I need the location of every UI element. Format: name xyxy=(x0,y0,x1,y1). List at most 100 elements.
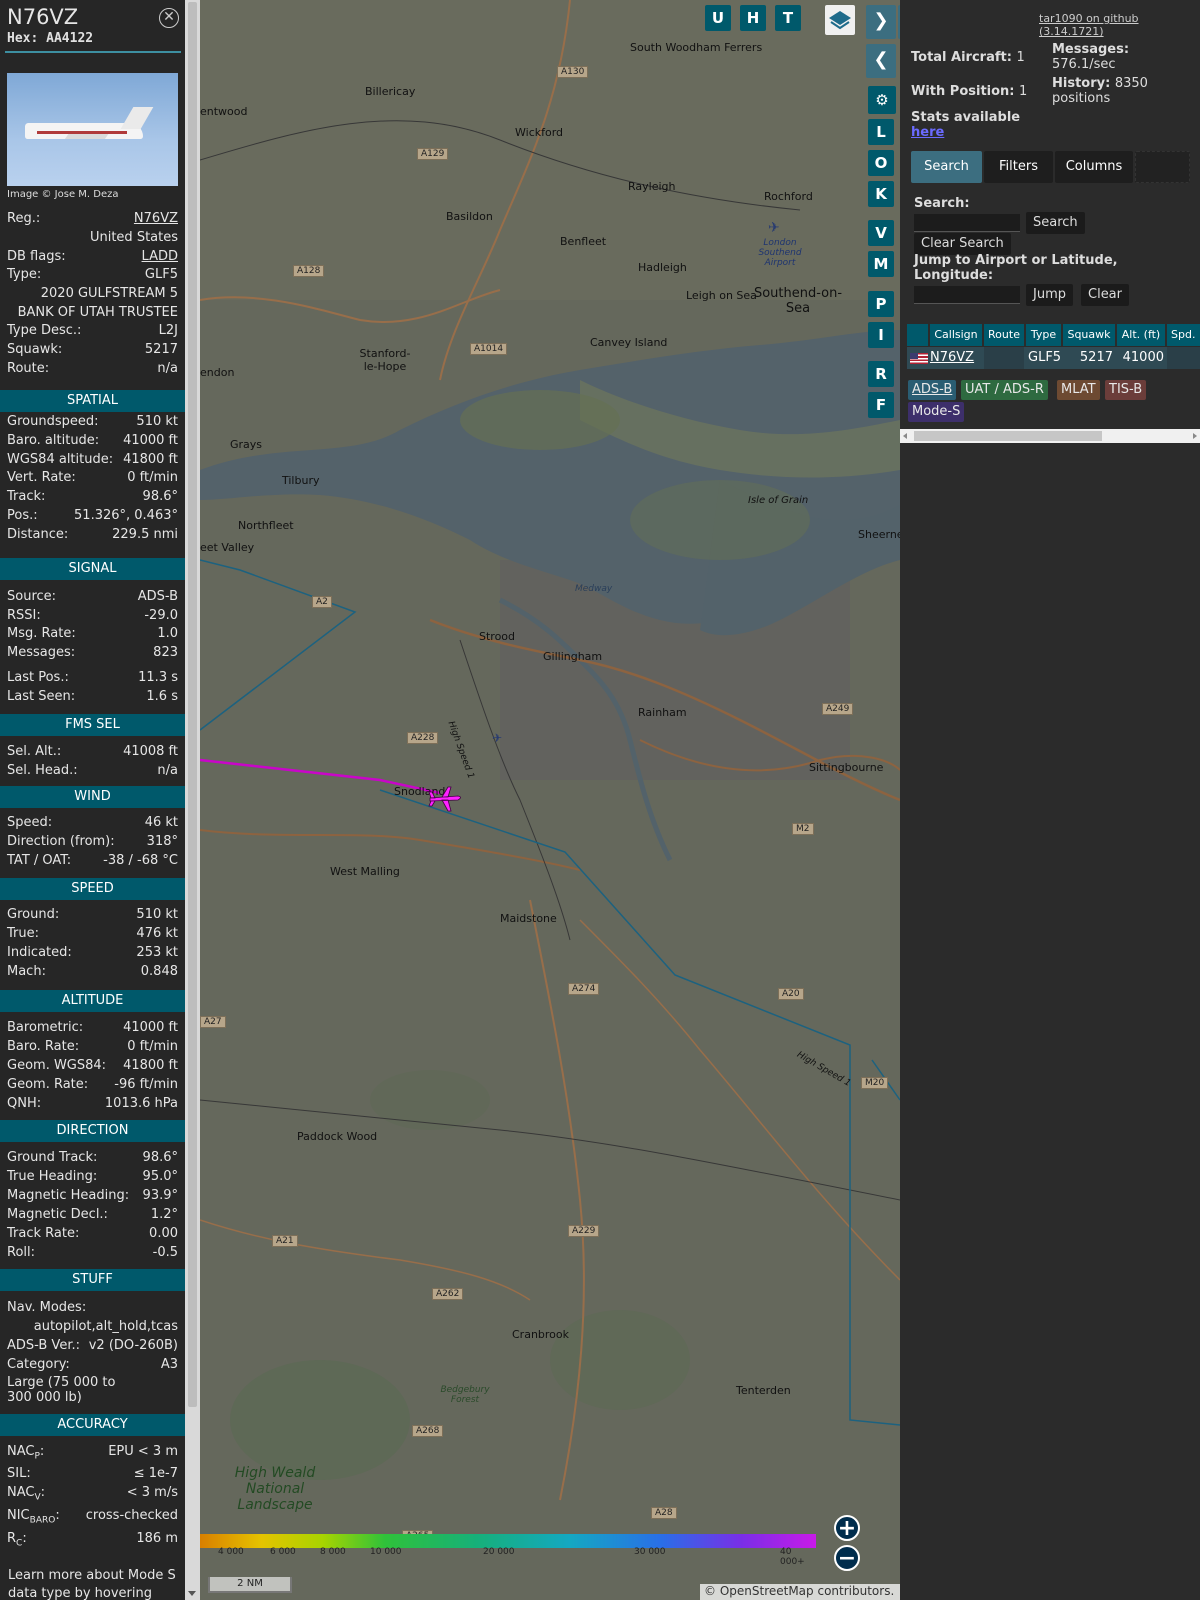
table-row[interactable]: N76VZ GLF5 5217 41000 xyxy=(907,347,1200,369)
info-panel-scrollbar[interactable] xyxy=(185,0,200,1600)
button-i[interactable]: I xyxy=(868,322,894,348)
clear-button[interactable]: Clear xyxy=(1081,284,1129,306)
table-horizontal-scrollbar[interactable] xyxy=(900,429,1200,443)
speed-row: True: 476 kt xyxy=(7,926,178,941)
scroll-left-arrow[interactable] xyxy=(903,433,907,439)
collapse-sidebar-button[interactable]: ❮ xyxy=(866,44,896,78)
map-label: Benfleet xyxy=(560,235,607,248)
button-r[interactable]: R xyxy=(868,361,894,387)
stats-link[interactable]: here xyxy=(911,125,944,140)
road-shield: A27 xyxy=(200,1016,226,1028)
hex-label: Hex: xyxy=(7,31,39,46)
button-m[interactable]: M xyxy=(868,251,894,277)
detail-row: Type: GLF5 xyxy=(7,267,178,282)
wind-row: Direction (from): 318° xyxy=(7,834,178,849)
map-label: High Weald National Landscape xyxy=(234,1465,316,1513)
map-label: Sheerness xyxy=(858,528,900,541)
aircraft-photo[interactable] xyxy=(7,73,178,186)
column-header-squawk[interactable]: Squawk xyxy=(1063,324,1115,346)
button-u[interactable]: U xyxy=(705,5,731,31)
aircraft-icon[interactable] xyxy=(428,785,464,813)
settings-button[interactable]: ⚙ xyxy=(868,86,896,114)
scroll-right-arrow[interactable] xyxy=(1193,433,1197,439)
jump-button[interactable]: Jump xyxy=(1026,284,1073,306)
aircraft-info-panel: N76VZ ✕ Hex: AA4122 Image © Jose M. Deza… xyxy=(0,0,185,1600)
button-p[interactable]: P xyxy=(868,291,894,317)
legend-tisb[interactable]: TIS-B xyxy=(1105,380,1147,400)
road-shield: A229 xyxy=(568,1225,600,1237)
button-k[interactable]: K xyxy=(868,181,894,207)
section-header-stuff: STUFF xyxy=(0,1269,185,1291)
column-header-speed[interactable]: Spd. xyxy=(1167,324,1200,346)
road-shield: A262 xyxy=(432,1288,464,1300)
legend-mode-s[interactable]: Mode-S xyxy=(908,402,965,422)
column-header-route[interactable]: Route xyxy=(984,324,1024,346)
map-label: South Woodham Ferrers xyxy=(630,41,763,54)
map-attribution[interactable]: © OpenStreetMap contributors. xyxy=(700,1584,900,1600)
legend-mlat[interactable]: MLAT xyxy=(1057,380,1100,400)
direction-row: True Heading: 95.0° xyxy=(7,1169,178,1184)
section-header-accuracy: ACCURACY xyxy=(0,1414,185,1436)
map-view[interactable]: ✈ ✈ South Woodham Ferrers Billericay Wic… xyxy=(200,0,900,1600)
tab-extra[interactable] xyxy=(1135,151,1190,183)
row-route xyxy=(984,347,1024,369)
zoom-in-button[interactable]: + xyxy=(834,1515,860,1541)
scroll-down-arrow[interactable] xyxy=(188,1591,196,1596)
aircraft-model: 2020 GULFSTREAM 5 xyxy=(40,286,178,301)
column-header-type[interactable]: Type xyxy=(1026,324,1061,346)
registration-link[interactable]: N76VZ xyxy=(134,211,178,226)
column-header-altitude[interactable]: Alt. (ft) xyxy=(1117,324,1165,346)
tab-columns[interactable]: Columns xyxy=(1055,151,1133,183)
github-link[interactable]: tar1090 on github (3.14.1721) xyxy=(1039,12,1200,38)
button-t[interactable]: T xyxy=(775,5,801,31)
section-header-fms: FMS SEL xyxy=(0,714,185,736)
expand-sidebar-button[interactable]: ❯ xyxy=(866,5,896,39)
clear-search-button[interactable]: Clear Search xyxy=(914,233,1011,255)
db-flags-link[interactable]: LADD xyxy=(142,249,178,264)
button-h[interactable]: H xyxy=(740,5,766,31)
map-label: Wickford xyxy=(515,126,564,139)
road-shield: A130 xyxy=(557,66,589,78)
stuff-row: Nav. Modes: xyxy=(7,1300,87,1315)
search-input[interactable] xyxy=(914,214,1020,232)
map-label: London Southend Airport xyxy=(758,238,802,268)
selected-hex: Hex: AA4122 xyxy=(7,31,93,46)
map-label: Southend-on-Sea xyxy=(753,286,843,316)
direction-row: Track Rate: 0.00 xyxy=(7,1226,178,1241)
zoom-out-button[interactable]: − xyxy=(834,1545,860,1571)
tab-search[interactable]: Search xyxy=(911,151,982,183)
column-header-callsign[interactable]: Callsign xyxy=(930,324,982,346)
map-label: Cranbrook xyxy=(512,1328,570,1341)
tab-filters[interactable]: Filters xyxy=(984,151,1053,183)
spatial-row: Track: 98.6° xyxy=(7,489,178,504)
history-unit: positions xyxy=(1052,91,1111,106)
row-callsign[interactable]: N76VZ xyxy=(930,347,974,369)
scrollbar-thumb[interactable] xyxy=(914,431,1102,441)
road-shield: A2 xyxy=(312,596,332,608)
learn-more-text: data type by hovering over xyxy=(8,1586,152,1600)
gear-icon: ⚙ xyxy=(875,91,889,109)
legend-adsb[interactable]: ADS-B xyxy=(908,380,957,400)
jump-input[interactable] xyxy=(914,286,1020,304)
button-l[interactable]: L xyxy=(868,119,894,145)
search-button[interactable]: Search xyxy=(1026,212,1085,234)
wind-row: Speed: 46 kt xyxy=(7,815,178,830)
column-header-flag[interactable] xyxy=(907,324,928,346)
map-label: Stanford-le-Hope xyxy=(359,347,411,373)
accuracy-row: NACV: < 3 m/s xyxy=(7,1485,178,1503)
learn-more-text: Learn more about Mode S xyxy=(8,1568,176,1583)
button-v[interactable]: V xyxy=(868,220,894,246)
map-label: Medway xyxy=(575,584,613,594)
accuracy-row: NACP: EPU < 3 m xyxy=(7,1444,178,1462)
button-o[interactable]: O xyxy=(868,150,894,176)
scrollbar-thumb[interactable] xyxy=(188,2,197,1407)
legend-uat-adsr[interactable]: UAT / ADS-R xyxy=(961,380,1048,400)
button-f[interactable]: F xyxy=(868,392,894,418)
signal-row: Msg. Rate: 1.0 xyxy=(7,626,178,641)
map-label: Basildon xyxy=(446,210,493,223)
detail-row: Squawk: 5217 xyxy=(7,342,178,357)
detail-row: Reg.: N76VZ xyxy=(7,211,178,226)
layers-button[interactable] xyxy=(825,5,855,35)
row-type: GLF5 xyxy=(1028,350,1062,365)
close-icon[interactable]: ✕ xyxy=(159,8,179,28)
